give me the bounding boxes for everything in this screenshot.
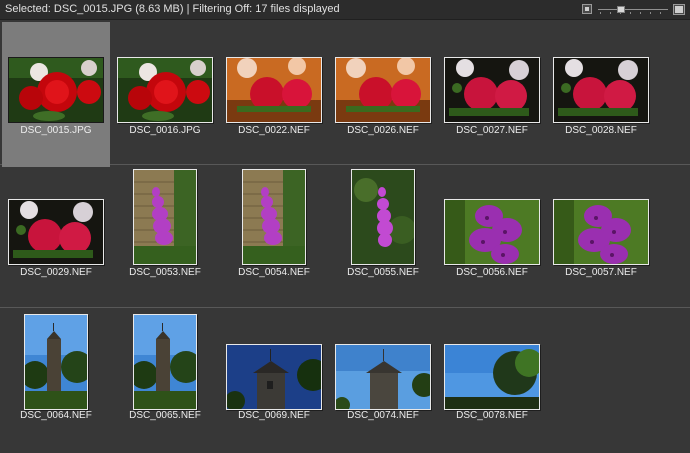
thumbnail-image[interactable] <box>24 314 88 410</box>
thumbnail-cell[interactable]: DSC_0026.NEF <box>329 22 437 167</box>
thumbnail-cell[interactable]: DSC_0055.NEF <box>329 165 437 310</box>
thumbnail-cell[interactable]: DSC_0022.NEF <box>220 22 328 167</box>
small-thumbnails-icon[interactable] <box>582 4 592 14</box>
thumbnail-image[interactable] <box>8 199 104 265</box>
thumbnail-image[interactable] <box>335 57 431 123</box>
thumbnail-image[interactable] <box>8 57 104 123</box>
thumbnail-image[interactable] <box>226 344 322 410</box>
thumbnail-filename: DSC_0022.NEF <box>238 125 310 136</box>
thumbnail-image[interactable] <box>242 169 306 265</box>
thumbnail-cell[interactable]: DSC_0065.NEF <box>111 308 219 453</box>
thumbnail-cell[interactable]: DSC_0054.NEF <box>220 165 328 310</box>
thumbnail-image[interactable] <box>444 344 540 410</box>
thumbnail-image[interactable] <box>133 314 197 410</box>
slider-thumb[interactable] <box>617 6 625 13</box>
thumbnail-cell[interactable]: DSC_0029.NEF <box>2 165 110 310</box>
thumbnail-filename: DSC_0055.NEF <box>347 267 419 278</box>
slider-tick <box>650 12 651 14</box>
thumbnail-image[interactable] <box>133 169 197 265</box>
thumbnail-cell[interactable]: DSC_0069.NEF <box>220 308 328 453</box>
thumbnail-filename: DSC_0074.NEF <box>347 410 419 421</box>
thumbnail-cell[interactable]: DSC_0056.NEF <box>438 165 546 310</box>
thumbnail-image[interactable] <box>444 199 540 265</box>
thumbnail-cell[interactable]: DSC_0053.NEF <box>111 165 219 310</box>
thumbnail-cell[interactable]: DSC_0057.NEF <box>547 165 655 310</box>
thumbnail-filename: DSC_0015.JPG <box>20 125 92 136</box>
slider-track <box>598 9 668 10</box>
slider-tick <box>610 12 611 14</box>
thumbnail-image[interactable] <box>553 57 649 123</box>
thumbnail-filename: DSC_0054.NEF <box>238 267 310 278</box>
status-bar: Selected: DSC_0015.JPG (8.63 MB) | Filte… <box>0 0 690 20</box>
thumbnail-cell[interactable]: DSC_0028.NEF <box>547 22 655 167</box>
thumbnail-filename: DSC_0053.NEF <box>129 267 201 278</box>
selection-status: Selected: DSC_0015.JPG (8.63 MB) | Filte… <box>5 3 340 15</box>
thumbnail-cell[interactable]: DSC_0016.JPG <box>111 22 219 167</box>
thumbnail-image[interactable] <box>335 344 431 410</box>
thumbnail-size-slider[interactable] <box>598 4 668 15</box>
thumbnail-filename: DSC_0064.NEF <box>20 410 92 421</box>
thumbnail-filename: DSC_0029.NEF <box>20 267 92 278</box>
thumbnail-filename: DSC_0016.JPG <box>129 125 201 136</box>
thumbnail-filename: DSC_0027.NEF <box>456 125 528 136</box>
thumbnail-image[interactable] <box>117 57 213 123</box>
thumbnail-image[interactable] <box>553 199 649 265</box>
slider-tick <box>600 12 601 14</box>
thumbnail-filename: DSC_0026.NEF <box>347 125 419 136</box>
thumbnail-cell[interactable]: DSC_0027.NEF <box>438 22 546 167</box>
thumbnail-filename: DSC_0028.NEF <box>565 125 637 136</box>
thumbnail-filename: DSC_0065.NEF <box>129 410 201 421</box>
thumbnail-cell[interactable]: DSC_0015.JPG <box>2 22 110 167</box>
large-thumbnails-icon[interactable] <box>673 4 685 15</box>
thumbnail-cell[interactable]: DSC_0064.NEF <box>2 308 110 453</box>
thumbnail-filename: DSC_0078.NEF <box>456 410 528 421</box>
slider-tick <box>630 12 631 14</box>
slider-tick <box>660 12 661 14</box>
thumbnail-filename: DSC_0057.NEF <box>565 267 637 278</box>
thumbnail-filename: DSC_0056.NEF <box>456 267 528 278</box>
thumbnail-image[interactable] <box>444 57 540 123</box>
thumbnail-image[interactable] <box>226 57 322 123</box>
thumbnail-filename: DSC_0069.NEF <box>238 410 310 421</box>
slider-tick <box>640 12 641 14</box>
thumbnail-image[interactable] <box>351 169 415 265</box>
thumbnail-cell[interactable]: DSC_0074.NEF <box>329 308 437 453</box>
thumbnail-cell[interactable]: DSC_0078.NEF <box>438 308 546 453</box>
